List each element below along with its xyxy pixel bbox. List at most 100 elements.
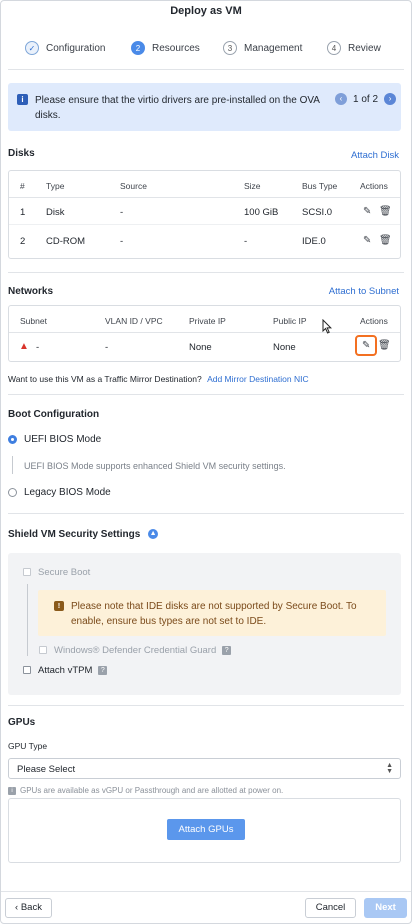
wizard-steps: ✓ Configuration 2 Resources 3 Management… — [1, 41, 411, 57]
warning-icon: ! — [54, 601, 64, 611]
column-header: Bus Type — [302, 181, 338, 191]
column-header: Source — [120, 181, 147, 191]
step-label: Management — [244, 42, 303, 54]
pager-text: 1 of 2 — [353, 93, 379, 105]
networks-table: Subnet VLAN ID / VPC Private IP Public I… — [8, 305, 401, 362]
header-divider — [9, 332, 400, 333]
gpu-type-select[interactable]: Please Select ▲ ▼ — [8, 758, 401, 779]
gpus-heading: GPUs — [8, 717, 36, 728]
trash-icon[interactable]: 🗑 — [379, 206, 392, 217]
uefi-help: UEFI BIOS Mode supports enhanced Shield … — [24, 461, 286, 471]
question-icon[interactable]: ? — [222, 645, 232, 655]
mirror-row: Want to use this VM as a Traffic Mirror … — [8, 374, 309, 384]
info-banner: i Please ensure that the virtio drivers … — [8, 83, 401, 131]
vlan-value: - — [105, 342, 109, 353]
cancel-button[interactable]: Cancel — [305, 898, 356, 918]
info-icon: i — [17, 94, 28, 105]
secure-boot-checkbox[interactable] — [23, 568, 31, 576]
step-label: Resources — [152, 42, 200, 54]
credential-guard-checkbox[interactable] — [39, 646, 47, 654]
shield-heading: Shield VM Security Settings ▲ — [8, 529, 159, 540]
next-button[interactable]: Next — [364, 898, 407, 918]
disk-num: 2 — [20, 236, 26, 247]
add-mirror-link[interactable]: Add Mirror Destination NIC — [207, 374, 309, 384]
banner-message: Please ensure that the virtio drivers ar… — [35, 95, 320, 121]
gpu-note-row: i GPUs are available as vGPU or Passthrou… — [8, 786, 283, 795]
disk-num: 1 — [20, 207, 26, 218]
attach-gpus-button[interactable]: Attach GPUs — [167, 819, 245, 840]
chevron-right-icon[interactable]: › — [384, 93, 397, 105]
divider — [8, 272, 404, 273]
caret-updown-icon: ▲ ▼ — [386, 762, 393, 775]
chevron-up-icon[interactable]: ▲ — [148, 529, 159, 540]
public-ip-value: None — [273, 342, 296, 353]
uefi-label[interactable]: UEFI BIOS Mode — [24, 434, 101, 445]
divider — [8, 705, 404, 706]
header-divider — [9, 197, 400, 198]
pencil-icon[interactable]: ✎ — [363, 206, 371, 217]
mouse-cursor-icon — [322, 319, 332, 334]
disk-source: - — [120, 236, 124, 247]
column-header: VLAN ID / VPC — [105, 316, 163, 326]
pencil-icon[interactable]: ✎ — [362, 340, 370, 351]
chevron-left-icon[interactable]: ‹ — [335, 93, 347, 105]
credential-guard-row: Windows® Defender Credential Guard? — [54, 645, 232, 656]
vtpm-label[interactable]: Attach vTPM — [38, 665, 92, 676]
step-number: 2 — [131, 41, 145, 55]
column-header: Subnet — [20, 316, 47, 326]
column-header: # — [20, 181, 25, 191]
select-value: Please Select — [17, 764, 76, 775]
step-configuration[interactable]: ✓ Configuration — [25, 41, 105, 55]
uefi-radio[interactable] — [8, 435, 17, 444]
disks-heading: Disks — [8, 148, 35, 159]
disk-bus: IDE.0 — [302, 236, 326, 247]
disks-table: # Type Source Size Bus Type Actions 1 Di… — [8, 170, 401, 259]
column-header: Private IP — [189, 316, 226, 326]
step-label: Configuration — [46, 42, 106, 54]
credential-guard-label: Windows® Defender Credential Guard — [54, 645, 217, 656]
deploy-vm-dialog: Deploy as VM ✓ Configuration 2 Resources… — [0, 0, 412, 924]
back-label: Back — [20, 902, 42, 913]
step-review[interactable]: 4 Review — [327, 41, 381, 55]
networks-heading: Networks — [8, 286, 54, 297]
dialog-title: Deploy as VM — [170, 5, 242, 17]
subnet-value: - — [36, 342, 40, 353]
mirror-question: Want to use this VM as a Traffic Mirror … — [8, 374, 202, 384]
legacy-radio[interactable] — [8, 488, 17, 497]
private-ip-value: None — [189, 342, 212, 353]
column-header: Actions — [360, 181, 388, 191]
gpu-type-label: GPU Type — [8, 741, 48, 751]
column-header: Type — [46, 181, 65, 191]
divider — [8, 69, 404, 70]
column-header: Public IP — [273, 316, 307, 326]
step-management[interactable]: 3 Management — [223, 41, 302, 55]
step-number: 4 — [327, 41, 341, 55]
step-resources[interactable]: 2 Resources — [131, 41, 200, 55]
step-label: Review — [348, 42, 381, 54]
attach-disk-link[interactable]: Attach Disk — [351, 150, 399, 161]
warning-message: Please note that IDE disks are not suppo… — [71, 601, 357, 627]
vtpm-checkbox[interactable] — [23, 666, 31, 674]
attach-subnet-link[interactable]: Attach to Subnet — [329, 286, 399, 297]
question-icon[interactable]: ? — [98, 665, 108, 675]
column-header: Size — [244, 181, 261, 191]
column-header: Actions — [360, 316, 388, 326]
gpu-attach-panel: Attach GPUs — [8, 798, 401, 863]
trash-icon[interactable]: 🗑 — [378, 340, 391, 351]
nested-line — [27, 584, 28, 656]
trash-icon[interactable]: 🗑 — [379, 235, 392, 246]
divider — [8, 394, 404, 395]
gpu-note: GPUs are available as vGPU or Passthroug… — [20, 786, 284, 795]
disk-source: - — [120, 207, 124, 218]
pencil-icon[interactable]: ✎ — [363, 235, 371, 246]
ide-warning: ! Please note that IDE disks are not sup… — [38, 590, 386, 636]
legacy-label[interactable]: Legacy BIOS Mode — [24, 487, 111, 498]
help-line — [12, 456, 13, 474]
vtpm-row: Attach vTPM? — [38, 665, 108, 676]
disk-bus: SCSI.0 — [302, 207, 333, 218]
divider — [8, 513, 404, 514]
secure-boot-label: Secure Boot — [38, 567, 91, 578]
back-button[interactable]: ‹ Back — [5, 898, 52, 918]
banner-pager: ‹ 1 of 2 › — [335, 93, 397, 105]
step-number: 3 — [223, 41, 237, 55]
